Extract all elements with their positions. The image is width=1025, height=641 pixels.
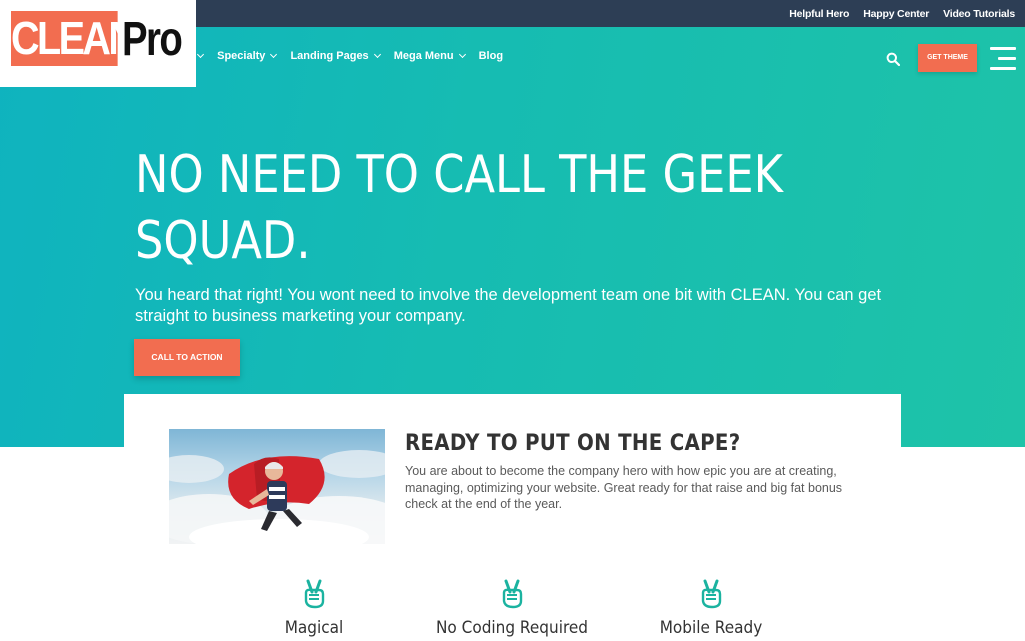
logo-clean-text: CLEAN [11, 11, 137, 66]
top-links: Helpful Hero Happy Center Video Tutorial… [789, 0, 1015, 27]
feature-label: Mobile Ready [659, 618, 763, 638]
chevron-down-icon [373, 50, 381, 59]
nav-item-specialty[interactable]: Specialty [217, 50, 278, 62]
top-link-helpful-hero[interactable]: Helpful Hero [789, 8, 849, 20]
nav-item-label: Landing Pages [290, 50, 369, 62]
get-theme-button[interactable]: GET THEME [918, 44, 977, 72]
nav-item-label: Specialty [217, 50, 266, 62]
nav-item-landing-pages[interactable]: Landing Pages [290, 50, 381, 62]
main-nav: e Specialty Landing Pages Mega Menu Blog [186, 50, 503, 62]
nav-item-label: Mega Menu [393, 50, 454, 62]
peace-hand-icon [701, 579, 722, 609]
peace-hand-icon [502, 579, 523, 609]
feature-label: No Coding Required [435, 618, 589, 638]
feature-mobile-ready: Mobile Ready [621, 577, 801, 638]
card-text: You are about to become the company hero… [405, 464, 843, 511]
call-to-action-button[interactable]: CALL TO ACTION [134, 339, 240, 376]
logo[interactable]: CLEAN Pro [0, 0, 196, 87]
hero-title: NO NEED TO CALL THE GEEK SQUAD. [135, 145, 783, 271]
feature-magical: Magical [224, 577, 404, 638]
hero-subtitle: You heard that right! You wont need to i… [135, 286, 882, 325]
feature-no-coding-required: No Coding Required [422, 577, 602, 638]
card-title: READY TO PUT ON THE CAPE? [405, 431, 741, 456]
feature-label: Magical [284, 618, 344, 638]
nav-item-mega-menu[interactable]: Mega Menu [393, 50, 466, 62]
peace-hand-icon [304, 579, 325, 609]
top-link-happy-center[interactable]: Happy Center [863, 8, 929, 20]
top-link-video-tutorials[interactable]: Video Tutorials [943, 8, 1015, 20]
nav-item-label: Blog [478, 50, 504, 62]
superhero-illustration [169, 450, 385, 544]
superhero-image [169, 429, 385, 544]
nav-item-blog[interactable]: Blog [479, 50, 503, 62]
logo-pro-text: Pro [122, 13, 183, 66]
search-icon[interactable] [886, 52, 900, 66]
hamburger-menu-icon[interactable] [990, 47, 1016, 70]
chevron-down-icon [270, 50, 278, 59]
chevron-down-icon [458, 50, 466, 59]
chevron-down-icon [197, 50, 205, 59]
